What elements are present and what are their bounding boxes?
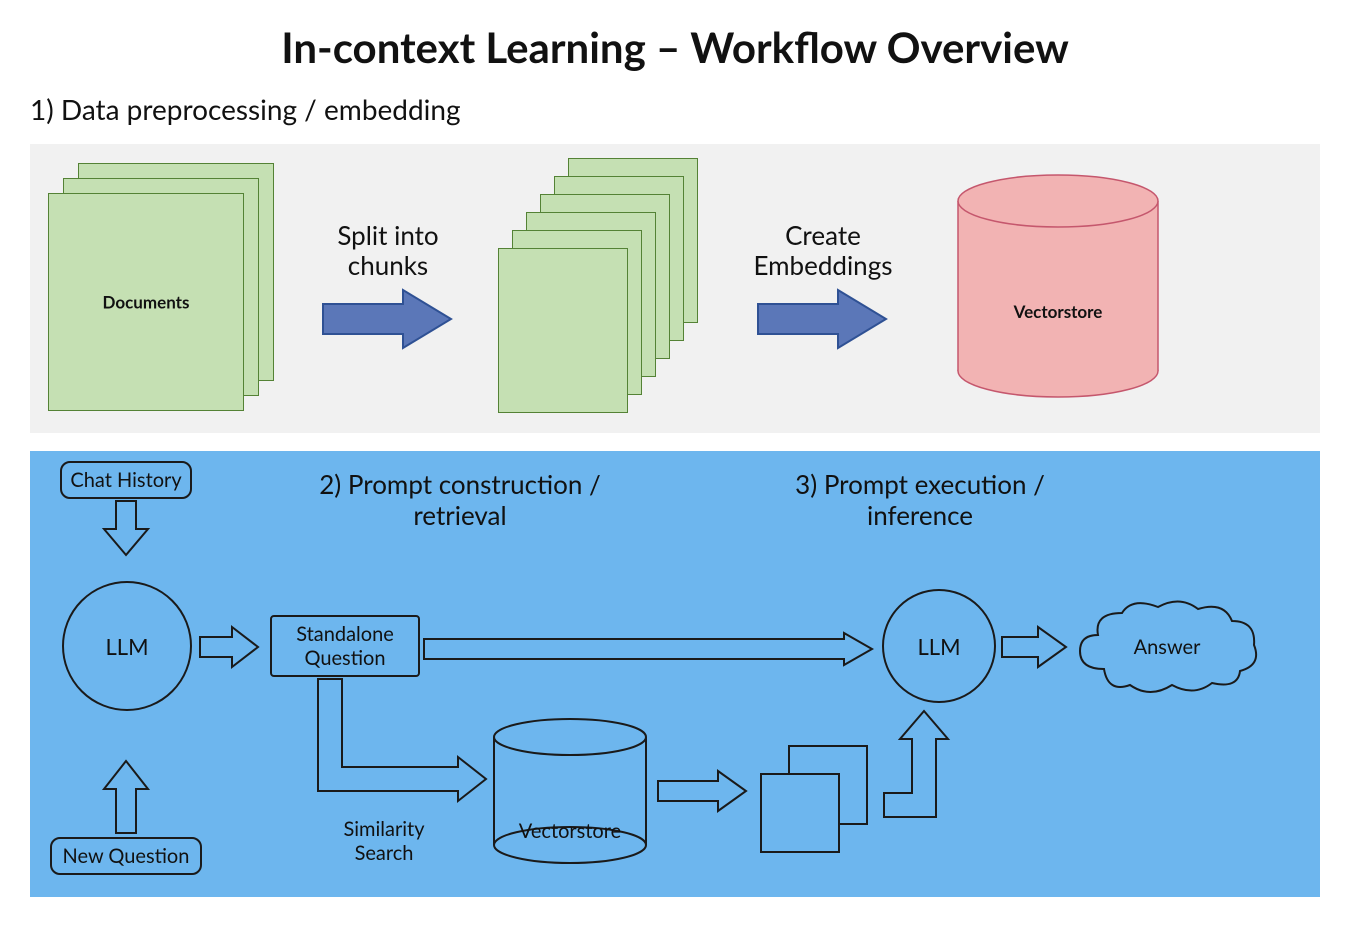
arrow-right-icon [758,288,888,350]
step1-panel: Documents Split into chunks Create Embed… [30,144,1320,433]
new-question-node: New Question [50,837,202,875]
llm-node-2: LLM [882,589,996,703]
arrow-elbow-icon [318,679,488,809]
vectorstore-cylinder-small-icon [490,717,650,867]
chunks-stack-icon [498,158,698,413]
create-embeddings-label: Create Embeddings [754,221,893,281]
step2-3-panel: 2) Prompt construction / retrieval 3) Pr… [30,451,1320,897]
answer-label: Answer [1074,635,1260,659]
embed-arrow-group: Create Embeddings [708,221,938,351]
vectorstore-small-label: Vectorstore [490,819,650,843]
arrow-right-icon [1002,627,1068,667]
arrow-right-icon [323,288,453,350]
similarity-search-label: Similarity Search [324,817,444,865]
split-into-chunks-label: Split into chunks [337,221,438,281]
arrow-right-long-icon [424,633,874,665]
arrow-down-icon [104,501,148,557]
arrow-right-icon [658,771,748,811]
split-arrow-group: Split into chunks [288,221,488,351]
arrow-right-icon [200,627,260,667]
retrieved-docs-icon [760,745,880,855]
standalone-question-node: Standalone Question [270,615,420,677]
page-title: In-context Learning – Workflow Overview [0,0,1350,92]
llm-node-1: LLM [62,581,192,711]
chat-history-node: Chat History [60,461,192,499]
documents-stack-icon: Documents [48,163,278,409]
step3-heading: 3) Prompt execution / inference [750,469,1090,531]
step1-heading: 1) Data preprocessing / embedding [0,92,1350,126]
arrow-elbow-up-icon [884,709,954,819]
vectorstore-cylinder-icon: Vectorstore [948,161,1168,411]
documents-label: Documents [49,291,243,312]
vectorstore-label: Vectorstore [948,301,1168,322]
arrow-up-icon [104,761,148,835]
step2-heading: 2) Prompt construction / retrieval [290,469,630,531]
